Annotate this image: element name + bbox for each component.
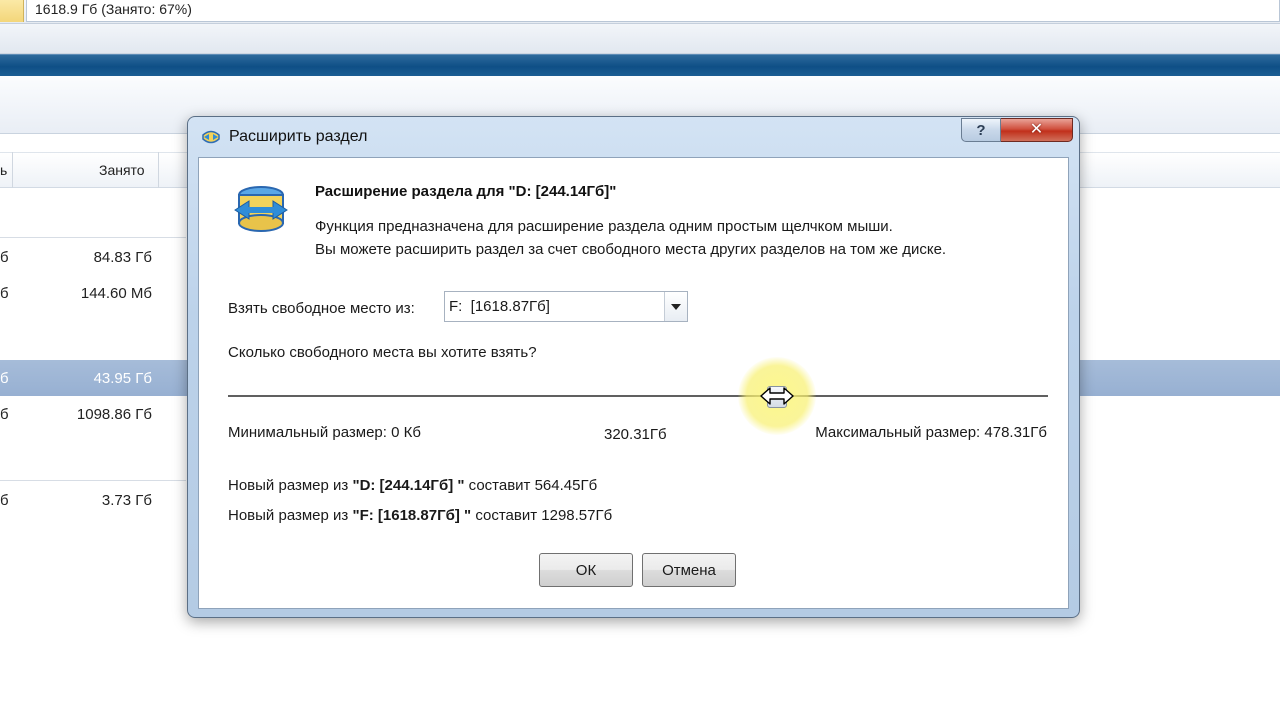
app-strip	[0, 24, 1280, 54]
table-row-used[interactable]: 3.73 Гб	[102, 492, 152, 509]
dialog-content: Расширение раздела для "D: [244.14Гб]" Ф…	[198, 157, 1069, 609]
table-row-used[interactable]: 1098.86 Гб	[77, 406, 152, 423]
take-from-label: Взять свободное место из:	[228, 300, 415, 317]
extend-partition-dialog: Расширить раздел ? ✕ Расширение раздела …	[187, 116, 1080, 618]
how-much-label: Сколько свободного места вы хотите взять…	[228, 344, 537, 361]
description-line: Вы можете расширить раздел за счет свобо…	[315, 241, 947, 258]
new-size-f-text: Новый размер из "F: [1618.87Гб] " состав…	[228, 507, 612, 524]
description-line: Функция предназначена для расширение раз…	[315, 218, 893, 235]
new-size-prefix: Новый размер из	[228, 477, 353, 494]
take-from-select[interactable]: F: [1618.87Гб]	[444, 291, 688, 322]
table-row-used[interactable]: 84.83 Гб	[94, 249, 152, 266]
disk-usage-swatch	[0, 0, 24, 22]
window-controls: ? ✕	[961, 118, 1073, 142]
extend-partition-icon	[202, 130, 220, 144]
min-size-label: Минимальный размер: 0 Кб	[228, 424, 421, 441]
dialog-titlebar[interactable]: Расширить раздел ? ✕	[188, 117, 1079, 157]
table-header-separator[interactable]	[12, 152, 13, 188]
help-icon: ?	[976, 121, 986, 139]
space-slider[interactable]	[228, 357, 1048, 435]
app-blue-band	[0, 54, 1280, 76]
cancel-button[interactable]: Отмена	[642, 553, 736, 587]
max-size-label: Максимальный размер: 478.31Гб	[815, 424, 1047, 441]
help-button[interactable]: ?	[961, 118, 1001, 142]
dropdown-arrow-button[interactable]	[664, 292, 687, 321]
table-row-divider	[0, 237, 186, 238]
table-row-cell[interactable]: б	[0, 285, 9, 302]
slider-track[interactable]	[228, 395, 1048, 397]
close-icon: ✕	[1029, 121, 1044, 138]
partition-name-d: "D: [244.14Гб] "	[352, 477, 465, 494]
extend-partition-icon	[234, 186, 288, 232]
table-row-cell[interactable]: б	[0, 492, 9, 509]
dialog-title: Расширить раздел	[229, 128, 368, 145]
table-row-cell[interactable]: б	[0, 370, 9, 387]
column-header-used[interactable]: Занято	[99, 162, 145, 178]
table-header-separator[interactable]	[158, 152, 159, 188]
horizontal-resize-cursor-icon	[760, 387, 795, 405]
new-size-d-text: Новый размер из "D: [244.14Гб] " состави…	[228, 477, 597, 494]
table-row-used[interactable]: 144.60 Мб	[81, 285, 152, 302]
ok-button[interactable]: ОК	[539, 553, 633, 587]
take-from-value: F: [1618.87Гб]	[449, 298, 550, 315]
close-button[interactable]: ✕	[1001, 118, 1073, 142]
new-size-prefix: Новый размер из	[228, 507, 353, 524]
dialog-heading: Расширение раздела для "D: [244.14Гб]"	[315, 183, 617, 200]
new-size-result: составит 1298.57Гб	[471, 507, 613, 524]
column-header-partial[interactable]: ь	[0, 162, 7, 178]
table-row-divider	[0, 480, 186, 481]
partition-name-f: "F: [1618.87Гб] "	[352, 507, 472, 524]
new-size-result: составит 564.45Гб	[464, 477, 598, 494]
table-row-used[interactable]: 43.95 Гб	[94, 370, 152, 387]
disk-usage-text: 1618.9 Гб (Занято: 67%)	[26, 0, 1280, 22]
table-row-cell[interactable]: б	[0, 406, 9, 423]
selected-size-value: 320.31Гб	[604, 426, 667, 443]
table-row-cell[interactable]: б	[0, 249, 9, 266]
chevron-down-icon	[671, 303, 681, 310]
